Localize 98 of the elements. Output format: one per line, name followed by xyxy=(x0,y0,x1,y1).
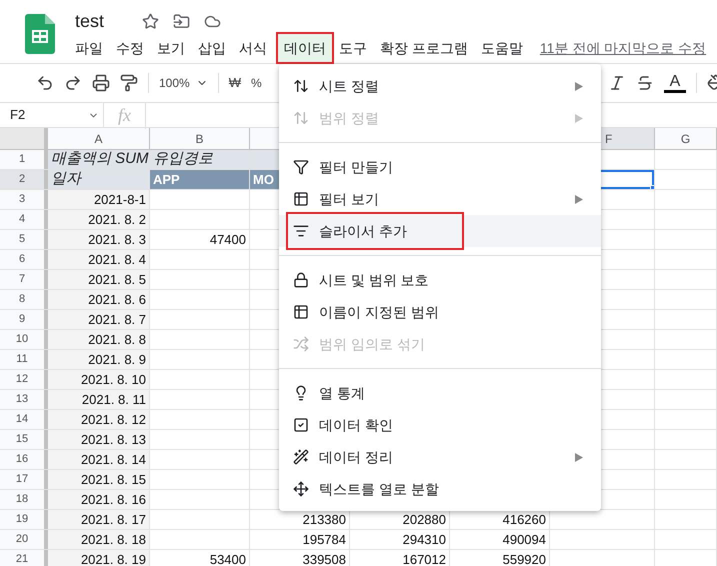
sort-icon xyxy=(293,78,309,94)
table-cell: 2021. 8. 11 xyxy=(48,390,150,409)
text-color-button[interactable]: A xyxy=(664,74,686,92)
row-header[interactable]: 8 xyxy=(0,290,48,309)
name-box[interactable]: F2 xyxy=(0,103,104,127)
table-cell: APP xyxy=(150,170,250,189)
table-cell: 2021-8-1 xyxy=(48,190,150,209)
table-cell: 195784 xyxy=(250,530,350,549)
table-cell: 2021. 8. 15 xyxy=(48,470,150,489)
menu-item[interactable]: 데이터 정리 xyxy=(291,440,401,474)
table-cell: 2021. 8. 8 xyxy=(48,330,150,349)
row-header[interactable]: 11 xyxy=(0,350,48,369)
menu-bar-item[interactable]: 보기 xyxy=(151,34,191,62)
menu-bar-item[interactable]: 삽입 xyxy=(192,34,232,62)
shuffle-icon xyxy=(293,336,309,352)
row-header[interactable]: 3 xyxy=(0,190,48,209)
table-cell: 294310 xyxy=(350,530,450,549)
last-edit-link[interactable]: 11분 전에 마지막으로 수정 xyxy=(540,38,706,58)
table-cell: 2021. 8. 5 xyxy=(48,270,150,289)
row-header[interactable]: 2 xyxy=(0,170,48,189)
column-header[interactable]: A xyxy=(48,128,150,149)
filter-lines-icon xyxy=(293,223,309,239)
table-cell: 53400 xyxy=(150,550,250,566)
row-header[interactable]: 9 xyxy=(0,310,48,329)
row-header[interactable]: 21 xyxy=(0,550,48,566)
table-cell: 매출액의 SUM xyxy=(48,150,150,169)
percent-button[interactable]: % xyxy=(250,74,262,92)
zoom-dropdown[interactable]: 100% xyxy=(159,74,208,92)
row-header[interactable]: 12 xyxy=(0,370,48,389)
table-cell: 2021. 8. 18 xyxy=(48,530,150,549)
row-header[interactable]: 1 xyxy=(0,150,48,169)
sheets-logo-icon xyxy=(25,14,55,54)
table-cell: 2021. 8. 14 xyxy=(48,450,150,469)
table-icon xyxy=(293,304,309,320)
italic-icon[interactable] xyxy=(608,74,626,92)
table-cell: 2021. 8. 7 xyxy=(48,310,150,329)
table-cell: 2021. 8. 16 xyxy=(48,490,150,509)
filter-icon xyxy=(293,159,309,175)
table-cell: 2021. 8. 4 xyxy=(48,250,150,269)
row-header[interactable]: 17 xyxy=(0,470,48,489)
lock-icon xyxy=(293,272,309,288)
table-cell: 2021. 8. 13 xyxy=(48,430,150,449)
table-cell: 2021. 8. 6 xyxy=(48,290,150,309)
strikethrough-icon[interactable] xyxy=(636,74,654,92)
row-header[interactable]: 6 xyxy=(0,250,48,269)
table-cell: 167012 xyxy=(350,550,450,566)
row-header[interactable]: 13 xyxy=(0,390,48,409)
menu-bar-item[interactable]: 도구 xyxy=(333,34,373,62)
menu-item[interactable]: 텍스트를 열로 분할 xyxy=(291,472,447,506)
row-header[interactable]: 7 xyxy=(0,270,48,289)
redo-icon[interactable] xyxy=(64,74,82,92)
wand-icon xyxy=(293,449,309,465)
star-icon[interactable] xyxy=(142,12,160,30)
menu-bar-item[interactable]: 도움말 xyxy=(474,34,529,62)
menu-item[interactable]: 데이터 확인 xyxy=(291,408,401,442)
column-header[interactable]: G xyxy=(655,128,717,149)
menu-bar-item[interactable]: 수정 xyxy=(110,34,150,62)
menu-bar-item[interactable]: 확장 프로그램 xyxy=(374,34,474,62)
table-cell: 339508 xyxy=(250,550,350,566)
folder-icon[interactable] xyxy=(173,12,190,30)
row-header[interactable]: 4 xyxy=(0,210,48,229)
document-title[interactable]: test xyxy=(75,8,104,34)
row-header[interactable]: 18 xyxy=(0,490,48,509)
table-icon xyxy=(293,191,309,207)
row-header[interactable]: 15 xyxy=(0,430,48,449)
column-header[interactable]: B xyxy=(150,128,250,149)
table-cell: 2021. 8. 19 xyxy=(48,550,150,566)
table-cell: 일자 xyxy=(48,170,150,189)
row-header[interactable]: 14 xyxy=(0,410,48,429)
arrows-icon xyxy=(293,481,309,497)
table-cell: 2021. 8. 10 xyxy=(48,370,150,389)
menu-bar-item[interactable]: 파일 xyxy=(69,34,109,62)
table-cell: 47400 xyxy=(150,230,250,249)
menu-item[interactable]: 열 통계 xyxy=(291,376,373,410)
row-header[interactable]: 16 xyxy=(0,450,48,469)
undo-icon[interactable] xyxy=(36,74,54,92)
table-cell: 2021. 8. 12 xyxy=(48,410,150,429)
menu-bar-item[interactable]: 서식 xyxy=(233,34,273,62)
menu-item[interactable]: 이름이 지정된 범위 xyxy=(291,295,447,329)
table-cell: 559920 xyxy=(450,550,550,566)
currency-button[interactable]: ₩ xyxy=(228,73,241,93)
table-cell: 2021. 8. 3 xyxy=(48,230,150,249)
checkbox-icon xyxy=(293,417,309,433)
row-header[interactable]: 10 xyxy=(0,330,48,349)
menu-bar-item[interactable]: 데이터 xyxy=(278,34,332,62)
table-cell: 유입경로 xyxy=(150,150,250,169)
menu-item[interactable]: 시트 및 범위 보호 xyxy=(291,263,437,297)
menu-item[interactable]: 시트 정렬 xyxy=(291,69,387,103)
table-cell: 2021. 8. 9 xyxy=(48,350,150,369)
sort-icon xyxy=(293,110,309,126)
paint-format-icon[interactable] xyxy=(120,74,138,92)
table-cell: 2021. 8. 2 xyxy=(48,210,150,229)
table-cell: 490094 xyxy=(450,530,550,549)
table-cell: 2021. 8. 17 xyxy=(48,510,150,529)
row-header[interactable]: 19 xyxy=(0,510,48,529)
row-header[interactable]: 5 xyxy=(0,230,48,249)
print-icon[interactable] xyxy=(92,74,110,92)
row-header[interactable]: 20 xyxy=(0,530,48,549)
